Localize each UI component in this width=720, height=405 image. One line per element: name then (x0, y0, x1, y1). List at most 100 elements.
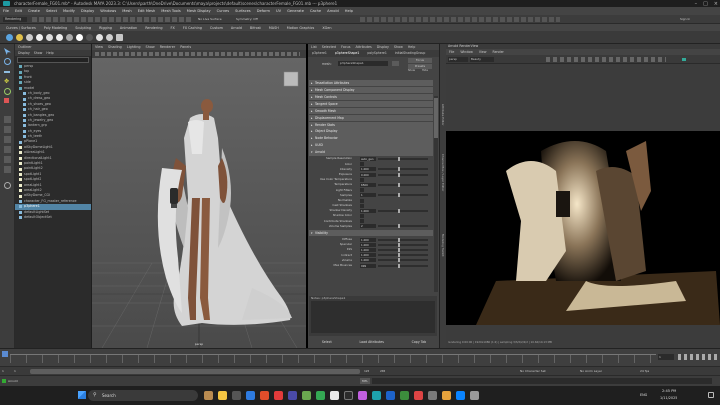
outliner-menu-item[interactable]: Show (34, 50, 43, 56)
menu-modify[interactable]: Modify (63, 9, 75, 13)
attr-row-slider[interactable] (378, 182, 428, 187)
close-icon[interactable]: × (714, 1, 718, 7)
menu-mesh[interactable]: Mesh (122, 9, 131, 13)
attr-row-checkbox[interactable] (360, 198, 364, 203)
current-frame-field[interactable]: 1 (658, 354, 674, 360)
attr-row-value-field[interactable]: 1.000 (360, 253, 376, 258)
attr-section[interactable]: Arnold (309, 149, 433, 156)
material-icon[interactable] (46, 34, 53, 41)
dome-light-icon[interactable] (86, 34, 93, 41)
attr-section[interactable]: Tangent Space (309, 100, 433, 107)
menu-curves[interactable]: Curves (217, 9, 229, 13)
viewport-scene[interactable]: persp (92, 58, 306, 348)
range-start-field[interactable]: 1 (2, 369, 4, 373)
lasso-tool-icon[interactable] (4, 58, 11, 65)
shelf-tab-8[interactable]: Custom (210, 26, 223, 30)
range-bar[interactable] (30, 369, 360, 374)
menu-edit[interactable]: Edit (15, 9, 22, 13)
light-icon[interactable] (36, 34, 43, 41)
excel-icon[interactable] (400, 391, 409, 400)
menu-deform[interactable]: Deform (257, 9, 270, 13)
menu-file[interactable]: File (3, 9, 9, 13)
range-inner-end-field[interactable]: 120 (364, 369, 369, 373)
attr-section[interactable]: Displacement Map (309, 114, 433, 121)
layout-four-icon[interactable] (4, 126, 11, 133)
attr-section[interactable]: Tessellation Attributes (309, 79, 433, 86)
shelf-tab-0[interactable]: Curves / Surfaces (6, 26, 36, 30)
render-tools[interactable] (360, 17, 560, 22)
render-image[interactable] (446, 131, 720, 325)
minimize-icon[interactable]: – (695, 1, 698, 7)
shelf-tab-4[interactable]: Animation (120, 26, 137, 30)
shelf-tab-2[interactable]: Sculpting (75, 26, 91, 30)
side-tab-attribute-editor[interactable]: Attribute Editor (441, 104, 445, 126)
photos-icon[interactable] (330, 391, 339, 400)
command-input[interactable] (372, 378, 712, 384)
paint-tool-icon[interactable] (4, 71, 10, 73)
ipr-icon[interactable] (16, 34, 23, 41)
menu-windows[interactable]: Windows (100, 9, 116, 13)
select-node-icon[interactable] (392, 61, 399, 66)
powerpoint-icon[interactable] (414, 391, 423, 400)
layout-single-icon[interactable] (4, 116, 11, 123)
spot-light-icon[interactable] (106, 34, 113, 41)
maya-taskbar-icon[interactable] (372, 391, 381, 400)
attr-row-checkbox[interactable] (360, 188, 364, 193)
clock-time[interactable]: 2:45 PM (662, 389, 676, 393)
select-tool-icon[interactable] (4, 48, 11, 55)
sphere-white-icon[interactable] (76, 34, 83, 41)
sign-in-link[interactable]: Sign In (680, 17, 690, 21)
shelf-tab-9[interactable]: Arnold (231, 26, 242, 30)
layout-side-icon[interactable] (4, 136, 11, 143)
outliner-row[interactable]: defaultObjectSet (15, 215, 91, 220)
scale-tool-icon[interactable] (4, 98, 9, 103)
attr-row-slider[interactable] (378, 242, 428, 247)
side-tab-modeling-toolkit[interactable]: Modeling Toolkit (441, 234, 445, 257)
recorder-icon[interactable] (470, 391, 479, 400)
attr-row-value-field[interactable]: 1.000 (360, 242, 376, 247)
attr-section[interactable]: Mesh Component Display (309, 86, 433, 93)
shelf-tab-3[interactable]: Rigging (99, 26, 112, 30)
zoom-icon[interactable] (456, 391, 465, 400)
sphere-icon[interactable] (26, 34, 33, 41)
attr-row-checkbox[interactable] (360, 177, 364, 182)
camera-select[interactable]: persp (448, 57, 468, 62)
load-attributes-button[interactable]: Load Attributes (359, 340, 383, 344)
word-icon[interactable] (386, 391, 395, 400)
edge-icon[interactable] (246, 391, 255, 400)
language-indicator[interactable]: ENG (640, 393, 647, 397)
attr-row-slider[interactable] (378, 208, 428, 213)
mel-toggle-button[interactable]: MEL (360, 378, 370, 384)
notepad-icon[interactable] (302, 391, 311, 400)
attr-row-checkbox[interactable] (360, 219, 364, 224)
attr-row-slider[interactable] (378, 193, 428, 198)
attr-tab[interactable]: p3phere1 (312, 50, 327, 57)
menu-mesh-display[interactable]: Mesh Display (187, 9, 211, 13)
maximize-icon[interactable]: □ (703, 1, 708, 7)
attr-tab[interactable]: p3phereShape1 (335, 50, 360, 57)
live-surface-label[interactable]: No Live Surface (198, 17, 222, 21)
focus-button[interactable]: Focus (408, 58, 432, 63)
attr-row-value-field[interactable]: 0.000 (360, 172, 376, 177)
attr-row-value-field[interactable]: 999 (360, 263, 376, 268)
menu-generate[interactable]: Generate (287, 9, 304, 13)
outliner-search-input[interactable] (17, 57, 89, 63)
menu-create[interactable]: Create (28, 9, 40, 13)
visibility-section[interactable]: Visibility (309, 230, 433, 237)
playback-controls[interactable] (678, 354, 718, 360)
attr-row-checkbox[interactable] (360, 214, 364, 219)
shelf-tab-10[interactable]: Bifrost (250, 26, 261, 30)
taskbar-search-box[interactable]: ⚲ Search (88, 390, 198, 401)
shelf-tab-13[interactable]: XGen (322, 26, 331, 30)
anim-end-field[interactable]: 200 (380, 369, 385, 373)
menu-uv[interactable]: UV (276, 9, 281, 13)
attr-section[interactable]: Smooth Mesh (309, 107, 433, 114)
attr-row-slider[interactable] (378, 224, 428, 229)
viewport-tool-icons[interactable] (95, 52, 300, 56)
attr-row-value-field[interactable]: 1.000 (360, 208, 376, 213)
notes-textarea[interactable] (311, 301, 435, 333)
show-button[interactable]: Show (408, 69, 415, 72)
move-tool-icon[interactable]: ✥ (4, 78, 11, 85)
shader-icon[interactable] (56, 34, 63, 41)
attr-tab[interactable]: polySphere1 (367, 50, 386, 57)
